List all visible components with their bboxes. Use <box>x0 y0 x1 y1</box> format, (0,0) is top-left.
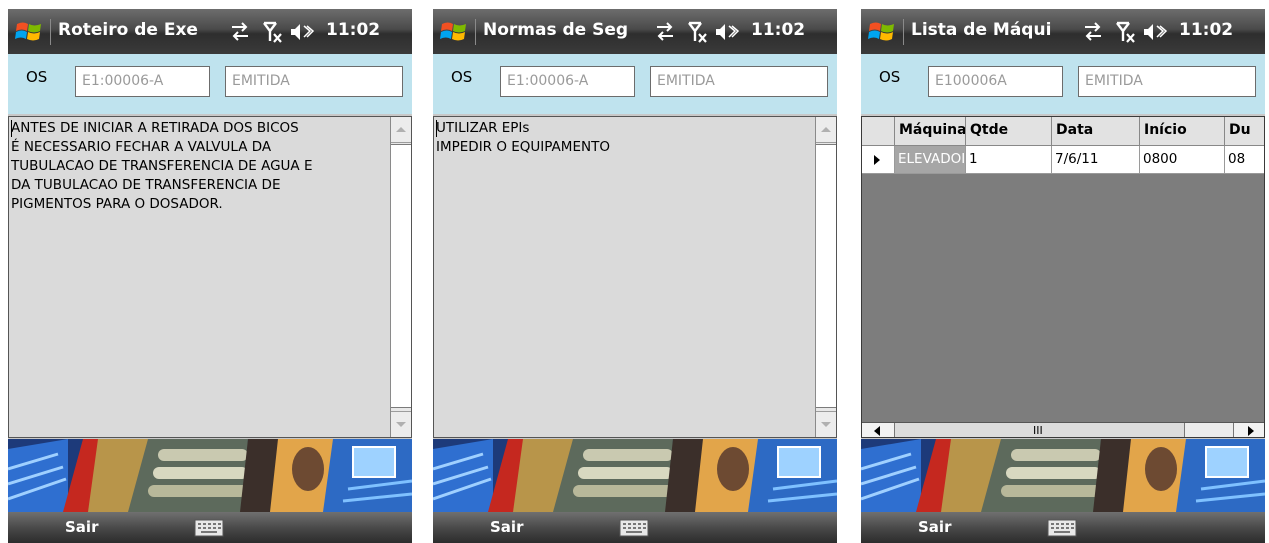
sync-arrows-icon <box>1085 22 1101 41</box>
title-separator <box>903 19 904 45</box>
vertical-scrollbar[interactable] <box>815 117 836 437</box>
scroll-thumb[interactable] <box>816 144 836 408</box>
grid-header-row: Máquina Qtde Data Início Du <box>862 117 1264 146</box>
arrow-up-icon <box>821 127 831 132</box>
status-icons[interactable] <box>651 17 751 47</box>
industrial-banner-image <box>433 439 837 512</box>
os-code-field[interactable]: E1:00006-A <box>500 66 635 97</box>
windows-flag-icon[interactable] <box>439 17 469 47</box>
scroll-thumb[interactable] <box>391 144 411 408</box>
os-label: OS <box>879 68 901 86</box>
title-bar: Normas de Seg 11:02 <box>433 9 837 54</box>
os-status-field[interactable]: EMITIDA <box>650 66 828 97</box>
sair-softkey[interactable]: Sair <box>490 518 523 536</box>
scroll-left-button[interactable] <box>862 423 895 437</box>
scroll-down-button[interactable] <box>391 411 411 437</box>
arrow-right-icon <box>1248 426 1254 436</box>
os-status-field[interactable]: EMITIDA <box>225 66 403 97</box>
sync-arrows-icon <box>232 22 248 41</box>
os-code-field[interactable]: E100006A <box>928 66 1063 97</box>
speaker-icon <box>1144 24 1168 40</box>
softkey-bar: Sair <box>861 512 1265 543</box>
cell-maquina[interactable]: ELEVADOI <box>895 146 966 174</box>
column-header-du[interactable]: Du <box>1225 117 1264 146</box>
keyboard-icon[interactable] <box>619 518 649 538</box>
windows-flag-icon[interactable] <box>867 17 897 47</box>
column-header-qtde[interactable]: Qtde <box>966 117 1052 146</box>
column-header-data[interactable]: Data <box>1052 117 1140 146</box>
os-label: OS <box>26 68 48 86</box>
cell-inicio[interactable]: 0800 <box>1140 146 1225 174</box>
title-separator <box>50 19 51 45</box>
cell-data[interactable]: 7/6/11 <box>1052 146 1140 174</box>
scroll-down-button[interactable] <box>816 411 836 437</box>
screen-roteiro: Roteiro de Exe 11:02 OS E1:00006-A EMITI… <box>8 9 412 543</box>
window-title: Lista de Máqui <box>911 20 1052 40</box>
row-header-cell[interactable] <box>862 146 895 174</box>
row-pointer-icon <box>874 155 880 165</box>
column-header-maquina[interactable]: Máquina <box>895 117 966 146</box>
screen-lista-maquinas: Lista de Máqui 11:02 OS E100006A EMITIDA <box>861 9 1265 543</box>
clock: 11:02 <box>1179 20 1234 40</box>
screen-normas: Normas de Seg 11:02 OS E1:00006-A EMITID… <box>433 9 837 543</box>
os-status-field[interactable]: EMITIDA <box>1078 66 1256 97</box>
scroll-right-button[interactable] <box>1233 423 1264 437</box>
no-signal-icon <box>1116 21 1135 43</box>
no-signal-icon <box>688 21 707 43</box>
sair-softkey[interactable]: Sair <box>918 518 951 536</box>
speaker-icon <box>716 24 740 40</box>
arrow-up-icon <box>396 127 406 132</box>
scroll-up-button[interactable] <box>391 117 411 143</box>
status-icons[interactable] <box>1079 17 1179 47</box>
machines-grid[interactable]: Máquina Qtde Data Início Du ELEVADOI 1 7… <box>861 116 1265 438</box>
window-title: Roteiro de Exe <box>58 20 198 40</box>
cell-qtde[interactable]: 1 <box>966 146 1052 174</box>
vertical-scrollbar[interactable] <box>390 117 411 437</box>
window-title: Normas de Seg <box>483 20 629 40</box>
title-bar: Lista de Máqui 11:02 <box>861 9 1265 54</box>
softkey-bar: Sair <box>433 512 837 543</box>
os-bar: OS E100006A EMITIDA <box>861 54 1265 114</box>
column-header-inicio[interactable]: Início <box>1140 117 1225 146</box>
speaker-icon <box>291 24 315 40</box>
clock: 11:02 <box>326 20 381 40</box>
os-bar: OS E1:00006-A EMITIDA <box>433 54 837 114</box>
industrial-banner-image <box>8 439 412 512</box>
os-label: OS <box>451 68 473 86</box>
softkey-bar: Sair <box>8 512 412 543</box>
safety-norms-text: UTILIZAR EPIs IMPEDIR O EQUIPAMENTO <box>436 120 610 155</box>
grid-corner-cell <box>862 117 895 146</box>
scroll-thumb[interactable]: III <box>895 423 1185 437</box>
keyboard-icon[interactable] <box>1047 518 1077 538</box>
arrow-down-icon <box>396 422 406 427</box>
status-icons[interactable] <box>226 17 326 47</box>
sync-arrows-icon <box>657 22 673 41</box>
arrow-left-icon <box>874 426 880 436</box>
keyboard-icon[interactable] <box>194 518 224 538</box>
industrial-banner-image <box>861 439 1265 512</box>
arrow-down-icon <box>821 422 831 427</box>
cell-du[interactable]: 08 <box>1225 146 1264 174</box>
instructions-textarea[interactable]: ANTES DE INICIAR A RETIRADA DOS BICOS É … <box>8 116 412 438</box>
table-row[interactable]: ELEVADOI 1 7/6/11 0800 08 <box>862 146 1264 174</box>
clock: 11:02 <box>751 20 806 40</box>
sair-softkey[interactable]: Sair <box>65 518 98 536</box>
os-bar: OS E1:00006-A EMITIDA <box>8 54 412 114</box>
no-signal-icon <box>263 21 282 43</box>
windows-flag-icon[interactable] <box>14 17 44 47</box>
horizontal-scrollbar[interactable]: III <box>862 422 1264 437</box>
scroll-grip: III <box>1033 424 1043 437</box>
title-separator <box>475 19 476 45</box>
scroll-up-button[interactable] <box>816 117 836 143</box>
os-code-field[interactable]: E1:00006-A <box>75 66 210 97</box>
safety-norms-textarea[interactable]: UTILIZAR EPIs IMPEDIR O EQUIPAMENTO <box>433 116 837 438</box>
instructions-text: ANTES DE INICIAR A RETIRADA DOS BICOS É … <box>11 120 313 212</box>
title-bar: Roteiro de Exe 11:02 <box>8 9 412 54</box>
